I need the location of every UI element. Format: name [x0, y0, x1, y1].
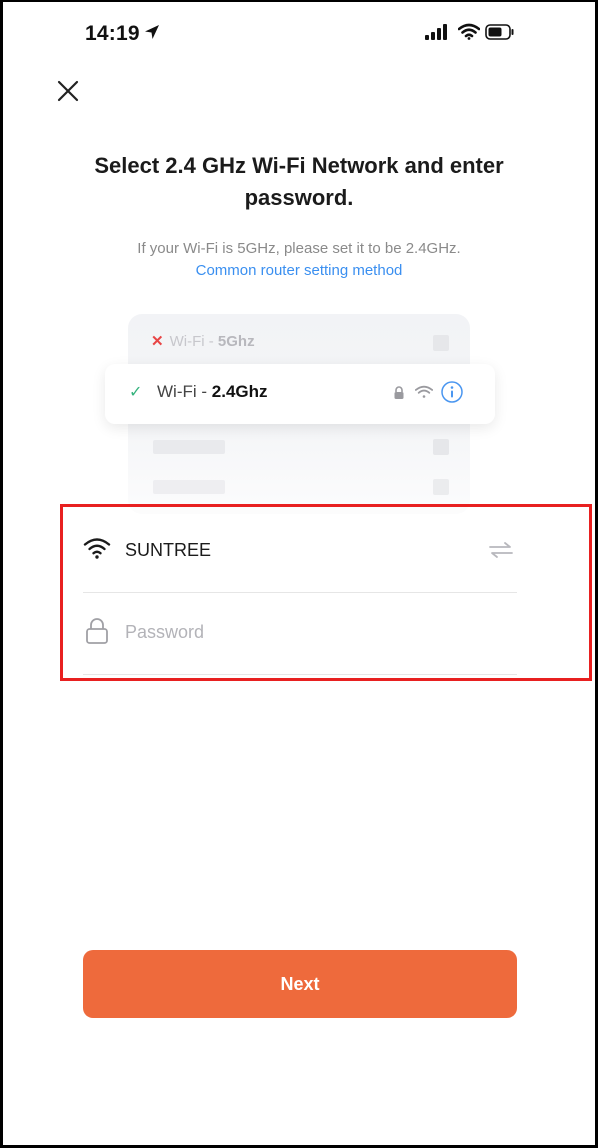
close-button[interactable] [51, 74, 85, 108]
wifi-icon [414, 385, 434, 404]
network-24ghz-card: ✓ Wi-Fi - 2.4Ghz [105, 364, 495, 424]
info-icon [440, 380, 464, 409]
network-24ghz-band: 2.4Ghz [211, 382, 268, 401]
band-hint: If your Wi-Fi is 5GHz, please set it to … [137, 240, 461, 257]
network-5ghz-band: 5Ghz [217, 333, 255, 350]
placeholder-bar [153, 480, 225, 494]
battery-icon [485, 24, 515, 45]
placeholder-square [433, 479, 449, 495]
cross-icon: ✕ [151, 333, 164, 350]
wifi-icon [83, 536, 111, 565]
password-input[interactable] [125, 614, 505, 650]
network-5ghz-prefix: Wi-Fi - [169, 333, 218, 350]
placeholder-square [433, 439, 449, 455]
status-bar: 14:19 [3, 2, 595, 64]
network-24ghz-prefix: Wi-Fi - [157, 382, 212, 401]
signal-icon [425, 24, 451, 45]
page-title: Select 2.4 GHz Wi-Fi Network and enter p… [94, 153, 504, 210]
lock-icon [393, 385, 405, 406]
router-setting-link[interactable]: Common router setting method [103, 262, 495, 279]
check-icon: ✓ [129, 384, 143, 401]
wifi-network-selector[interactable]: SUNTREE [83, 522, 517, 592]
status-time: 14:19 [85, 22, 140, 45]
divider [83, 674, 517, 675]
placeholder-bar [153, 440, 225, 454]
close-icon [57, 80, 79, 102]
network-24ghz-label: Wi-Fi - 2.4Ghz [157, 382, 268, 402]
wifi-ssid: SUNTREE [125, 540, 212, 560]
location-arrow-icon [143, 23, 161, 46]
divider [83, 592, 517, 593]
password-row [83, 600, 517, 672]
network-5ghz-example: ✕ Wi-Fi - 5Ghz [151, 332, 255, 350]
phone-screen: 14:19 Select 2.4 GHz Wi-Fi Network and e… [3, 2, 595, 1145]
placeholder-square [433, 335, 449, 351]
lock-icon [85, 616, 109, 651]
switch-network-icon[interactable] [487, 540, 515, 565]
wifi-icon [457, 23, 481, 45]
next-button[interactable]: Next [83, 950, 517, 1018]
